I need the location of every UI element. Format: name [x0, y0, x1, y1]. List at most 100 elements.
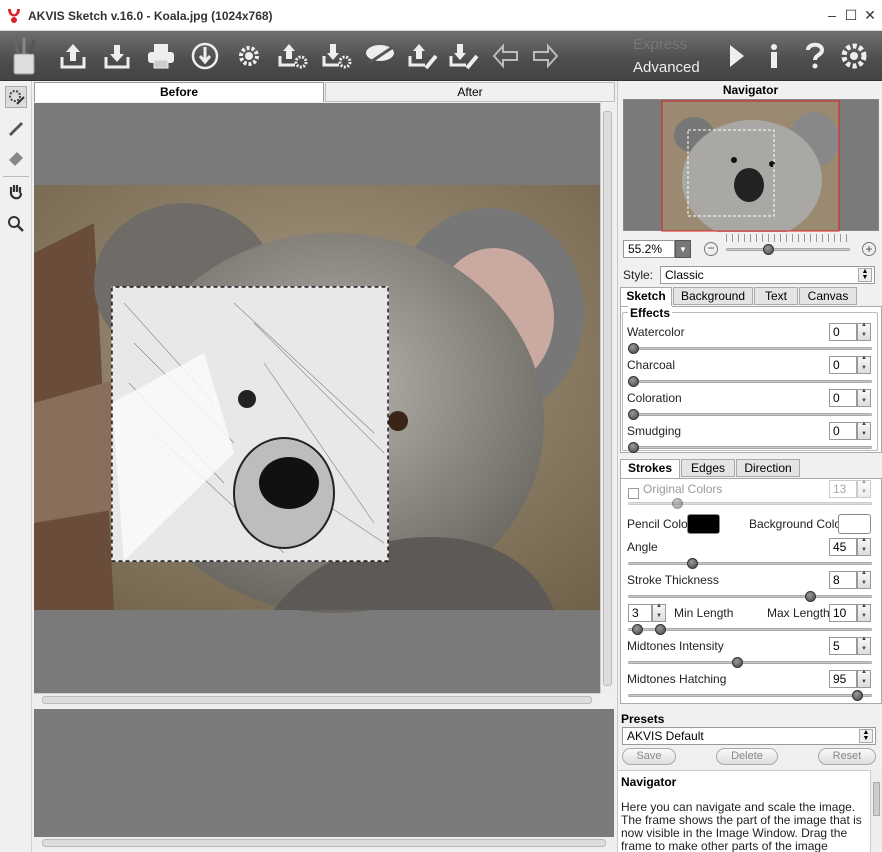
angle-value[interactable]: 45 [829, 538, 857, 556]
min-length-thumb[interactable] [632, 624, 643, 635]
mode-advanced[interactable]: Advanced [633, 59, 700, 76]
midtones-hatching-spinner-icon[interactable] [857, 669, 871, 688]
effect-charcoal-value[interactable]: 0 [829, 356, 857, 374]
share-button[interactable] [187, 37, 223, 75]
stroke-thickness-slider[interactable] [628, 595, 872, 598]
tab-direction[interactable]: Direction [736, 459, 800, 477]
style-select[interactable]: Classic ▲ ▼ [660, 266, 875, 284]
effect-smudging-value[interactable]: 0 [829, 422, 857, 440]
image-window[interactable] [34, 103, 600, 693]
zoom-dropdown-icon[interactable]: ▼ [675, 240, 691, 258]
midtones-hatching-value[interactable]: 95 [829, 670, 857, 688]
zoom-out-icon[interactable]: − [704, 242, 718, 256]
save-image-button[interactable] [99, 37, 135, 75]
effect-smudging-spinner-icon[interactable] [857, 421, 871, 440]
zoom-tool[interactable] [5, 213, 27, 235]
help-scrollbar[interactable] [870, 770, 882, 852]
effect-charcoal-slider-thumb[interactable] [628, 376, 639, 387]
save-strokes-button[interactable] [446, 37, 482, 75]
tab-before[interactable]: Before [34, 82, 324, 102]
effect-smudging-slider-thumb[interactable] [628, 442, 639, 453]
eraser-tool[interactable] [5, 146, 27, 168]
run-button[interactable] [718, 37, 754, 75]
tab-strokes[interactable]: Strokes [620, 459, 680, 478]
pencil-tool[interactable] [5, 116, 27, 138]
image-vertical-scrollbar[interactable] [600, 103, 615, 693]
effect-watercolor-slider-thumb[interactable] [628, 343, 639, 354]
stroke-thickness-slider-thumb[interactable] [805, 591, 816, 602]
tab-edges[interactable]: Edges [681, 459, 735, 477]
eraser-button[interactable] [362, 37, 398, 75]
load-settings-button[interactable] [275, 37, 311, 75]
save-settings-button[interactable] [319, 37, 355, 75]
midtones-intensity-value[interactable]: 5 [829, 637, 857, 655]
angle-label: Angle [627, 540, 658, 554]
background-color-swatch[interactable] [838, 514, 871, 534]
redo-button[interactable] [527, 37, 563, 75]
tab-background[interactable]: Background [673, 287, 753, 305]
max-length-thumb[interactable] [655, 624, 666, 635]
pencil-color-swatch[interactable] [687, 514, 720, 534]
presets-select[interactable]: AKVIS Default ▲ ▼ [622, 727, 876, 745]
effect-coloration-value[interactable]: 0 [829, 389, 857, 407]
sketch-area-tool[interactable] [5, 86, 27, 108]
max-length-spinner-icon[interactable] [857, 603, 871, 622]
effect-coloration-slider[interactable] [628, 413, 872, 416]
tab-sketch[interactable]: Sketch [620, 287, 672, 306]
close-button[interactable]: ✕ [861, 6, 879, 24]
angle-spinner-icon[interactable] [857, 537, 871, 556]
max-length-value[interactable]: 10 [829, 604, 857, 622]
load-strokes-button[interactable] [405, 37, 441, 75]
zoom-slider-thumb[interactable] [763, 244, 775, 255]
midtones-intensity-slider-thumb[interactable] [731, 657, 743, 668]
navigator-preview[interactable] [623, 99, 879, 240]
effect-charcoal-spinner-icon[interactable] [857, 355, 871, 374]
midtones-intensity-slider[interactable] [628, 661, 872, 664]
angle-slider[interactable] [628, 562, 872, 565]
undo-button[interactable] [488, 37, 524, 75]
effect-watercolor-spinner-icon[interactable] [857, 322, 871, 341]
stroke-thickness-spinner-icon[interactable] [857, 570, 871, 589]
effect-watercolor-value[interactable]: 0 [829, 323, 857, 341]
zoom-slider[interactable] [726, 248, 850, 251]
help-button[interactable] [797, 37, 833, 75]
delete-preset-button[interactable]: Delete [716, 748, 778, 765]
batch-button[interactable] [231, 37, 267, 75]
original-colors-slider-thumb[interactable] [672, 498, 683, 509]
effect-watercolor-slider[interactable] [628, 347, 872, 350]
effect-coloration-slider-thumb[interactable] [628, 409, 639, 420]
reset-preset-button[interactable]: Reset [818, 748, 876, 765]
midtones-intensity-spinner-icon[interactable] [857, 636, 871, 655]
zoom-field[interactable]: 55.2% [623, 240, 675, 258]
stroke-thickness-value[interactable]: 8 [829, 571, 857, 589]
tab-text[interactable]: Text [754, 287, 798, 305]
tab-after[interactable]: After [325, 82, 615, 102]
zoom-in-icon[interactable]: + [862, 242, 876, 256]
gear-icon [239, 46, 259, 66]
min-length-value[interactable]: 3 [628, 604, 652, 622]
image-horizontal-scrollbar[interactable] [34, 693, 600, 707]
help-panel: Navigator Here you can navigate and scal… [618, 770, 870, 852]
original-colors-checkbox[interactable] [628, 488, 639, 499]
preferences-button[interactable] [836, 37, 872, 75]
save-preset-button[interactable]: Save [622, 748, 676, 765]
mode-express[interactable]: Express [633, 36, 687, 53]
midtones-hatching-slider[interactable] [628, 694, 872, 697]
original-colors-value[interactable]: 13 [829, 480, 857, 498]
info-button[interactable] [756, 37, 792, 75]
open-image-button[interactable] [55, 37, 91, 75]
original-colors-spinner-icon[interactable] [857, 479, 871, 498]
effect-charcoal-slider[interactable] [628, 380, 872, 383]
original-colors-slider[interactable] [628, 502, 872, 505]
hand-icon [9, 185, 23, 200]
angle-slider-thumb[interactable] [687, 558, 698, 569]
effect-coloration-spinner-icon[interactable] [857, 388, 871, 407]
maximize-button[interactable]: ☐ [842, 6, 860, 24]
print-button[interactable] [143, 37, 179, 75]
effect-smudging-slider[interactable] [628, 446, 872, 449]
hand-tool[interactable] [5, 181, 27, 203]
minimize-button[interactable]: – [823, 6, 841, 24]
min-length-spinner-icon[interactable] [652, 603, 666, 622]
preview-horizontal-scrollbar[interactable] [34, 837, 614, 850]
tab-canvas[interactable]: Canvas [799, 287, 857, 305]
